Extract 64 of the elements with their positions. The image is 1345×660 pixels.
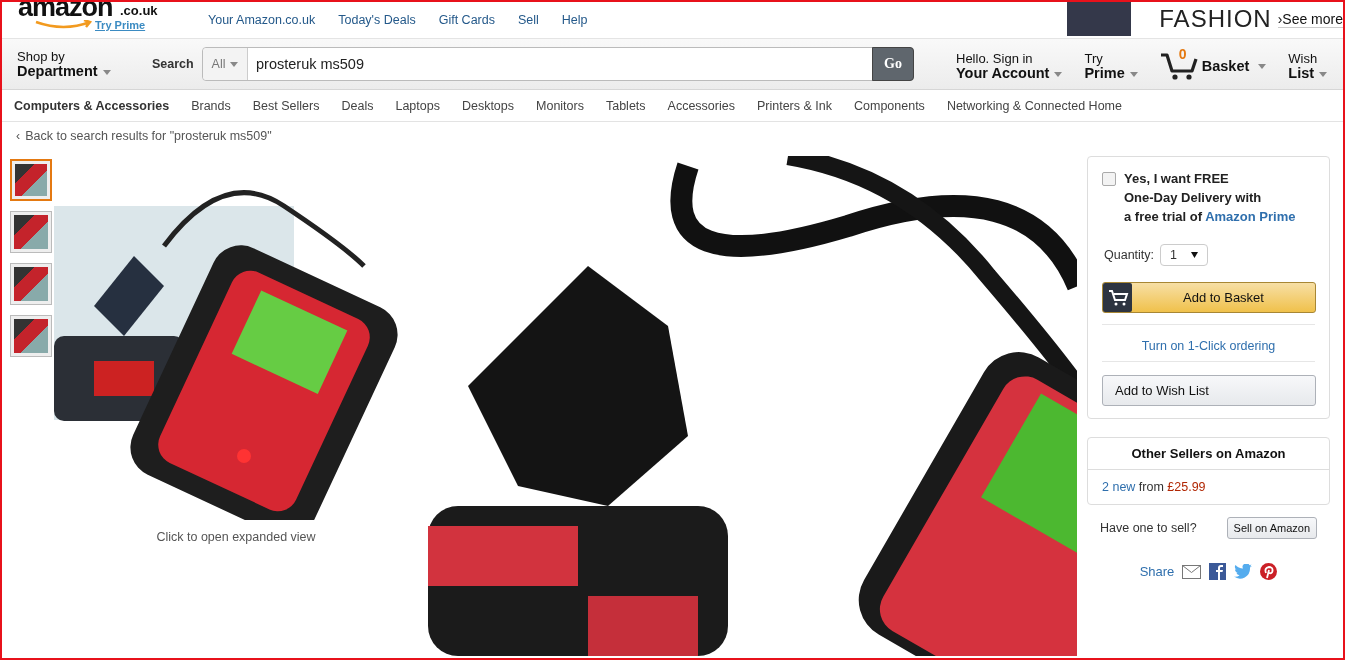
- category-link[interactable]: Networking & Connected Home: [946, 98, 1122, 113]
- shop-by-department-button[interactable]: Shop by Department: [2, 49, 137, 79]
- account-menu-button[interactable]: Try Prime: [1084, 51, 1138, 81]
- sell-on-amazon-button[interactable]: Sell on Amazon: [1226, 517, 1317, 539]
- caret-icon: [1054, 71, 1063, 77]
- category-link[interactable]: Components: [854, 98, 925, 113]
- email-icon[interactable]: [1182, 564, 1202, 579]
- amazon-logo[interactable]: amazon .co.uk Try Prime: [2, 2, 192, 38]
- category-link[interactable]: Accessories: [667, 98, 735, 113]
- category-link[interactable]: Monitors: [536, 98, 584, 113]
- category-link[interactable]: Brands: [191, 98, 231, 113]
- facebook-icon[interactable]: [1209, 563, 1227, 580]
- cart-icon: [1159, 51, 1198, 81]
- back-to-results-link[interactable]: ‹ Back to search results for "prosteruk ms509": [2, 122, 1343, 156]
- account-menu-button[interactable]: Wish List: [1288, 51, 1328, 81]
- new-offers-link[interactable]: 2 new: [1102, 480, 1136, 494]
- add-to-basket-button[interactable]: Add to Basket: [1102, 282, 1316, 313]
- category-link[interactable]: Laptops: [395, 98, 440, 113]
- thumbnail-photo[interactable]: [10, 263, 52, 305]
- sell-prompt: Have one to sell?: [1100, 521, 1197, 535]
- pinterest-icon[interactable]: [1260, 563, 1278, 580]
- checkbox[interactable]: [1102, 172, 1116, 186]
- search-label: Search: [152, 57, 195, 71]
- thumbnail-photo[interactable]: [10, 159, 52, 201]
- thumbnail-photo[interactable]: [10, 315, 52, 357]
- category-link[interactable]: Deals: [341, 98, 374, 113]
- category-link[interactable]: Best Sellers: [252, 98, 320, 113]
- go-button[interactable]: Go: [872, 47, 914, 81]
- caret-icon: [1129, 71, 1138, 77]
- category-link[interactable]: Printers & Ink: [756, 98, 832, 113]
- search-field[interactable]: All prosteruk ms509 Go: [202, 47, 914, 81]
- add-to-wish-list-button[interactable]: Add to Wish List: [1102, 375, 1316, 406]
- category-link[interactable]: Tablets: [605, 98, 646, 113]
- amazon-prime-link[interactable]: Amazon Prime: [1205, 209, 1296, 224]
- share-label: Share: [1139, 564, 1175, 579]
- other-sellers-heading: Other Sellers on Amazon: [1088, 438, 1329, 470]
- basket-button[interactable]: 0 Basket: [1159, 47, 1267, 81]
- top-link[interactable]: Help: [561, 13, 588, 27]
- smile-arrow-icon: [34, 20, 94, 30]
- banner-text: FASHION: [1159, 5, 1272, 33]
- caret-icon: [1258, 63, 1267, 69]
- prime-offer-text: Yes, I want FREE One-Day Delivery with a free trial of Amazon Prime: [1124, 170, 1296, 226]
- top-link[interactable]: Sell: [517, 13, 539, 27]
- caret-icon: [102, 69, 111, 75]
- other-sellers-offer: 2 new from £25.99: [1101, 479, 1207, 496]
- caret-icon: [1191, 252, 1198, 258]
- caret-icon: [230, 61, 239, 67]
- thumbnail-photo[interactable]: [10, 211, 52, 253]
- top-link[interactable]: Gift Cards: [438, 13, 495, 27]
- cart-icon: [1103, 283, 1132, 312]
- top-link[interactable]: Your Amazon.co.uk: [208, 13, 316, 27]
- see-more-link[interactable]: ›See more: [1277, 10, 1343, 28]
- photo-placeholder: [1067, 2, 1132, 36]
- account-menu-button[interactable]: Hello. Sign in Your Account: [956, 51, 1063, 81]
- category-link[interactable]: Computers & Accessories: [14, 98, 170, 113]
- category-dropdown[interactable]: All: [203, 48, 248, 80]
- quantity-label: Quantity:: [1104, 248, 1155, 262]
- expand-view-caption[interactable]: Click to open expanded view: [156, 530, 316, 544]
- one-click-link[interactable]: Turn on 1-Click ordering: [1102, 324, 1315, 362]
- caret-icon: [1319, 71, 1328, 77]
- top-link[interactable]: Today's Deals: [338, 13, 416, 27]
- try-prime-link[interactable]: Try Prime: [95, 19, 146, 31]
- quantity-dropdown[interactable]: 1: [1160, 244, 1208, 266]
- category-link[interactable]: Desktops: [461, 98, 515, 113]
